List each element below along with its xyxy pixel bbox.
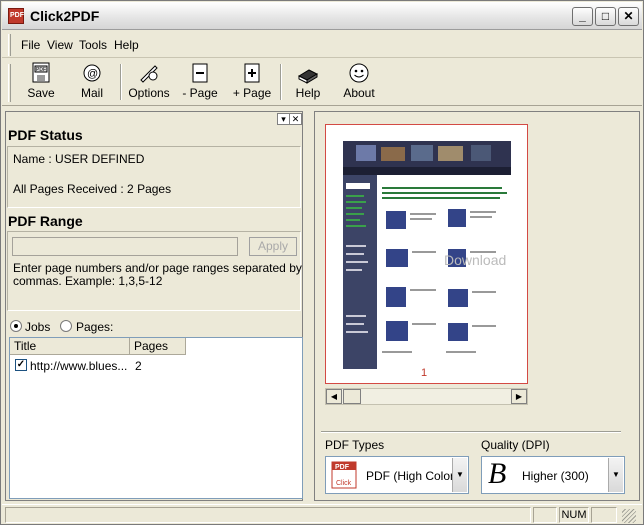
toolbar-separator: [280, 64, 282, 100]
title-bar[interactable]: PDF Click2PDF _ □ ✕: [2, 2, 642, 30]
pdf-types-label: PDF Types: [325, 438, 385, 452]
preview-horizontal-scrollbar[interactable]: ◀ ▶: [325, 388, 528, 405]
help-label: Help: [295, 86, 321, 100]
svg-text:PDF: PDF: [335, 464, 350, 471]
app-logo-icon: PDF: [8, 8, 24, 24]
add-page-label: + Page: [232, 86, 272, 100]
window-title: Click2PDF: [30, 8, 100, 24]
menu-file[interactable]: File: [21, 38, 40, 52]
close-button[interactable]: ✕: [618, 7, 639, 26]
quality-script-b-icon: B: [488, 457, 507, 490]
status-main-panel: [5, 507, 531, 523]
mail-label: Mail: [80, 86, 103, 100]
svg-text:@: @: [87, 68, 98, 80]
num-lock-indicator: NUM: [559, 507, 589, 523]
remove-page-button[interactable]: - Page: [182, 62, 218, 104]
save-label: Save: [27, 86, 55, 100]
pdf-types-dropdown-icon[interactable]: ▼: [452, 458, 467, 492]
svg-text:Click: Click: [336, 480, 352, 487]
smiley-icon: [349, 63, 369, 83]
quality-dropdown-icon[interactable]: ▼: [608, 458, 623, 492]
preview-divider: [321, 431, 621, 433]
save-button[interactable]: PDF Save: [24, 62, 58, 104]
pane-close-button[interactable]: ✕: [289, 113, 302, 125]
options-tools-icon: [140, 65, 158, 83]
help-button[interactable]: Help: [293, 62, 323, 104]
job-checkbox[interactable]: ✓: [15, 359, 27, 371]
pages-radio-label: Pages:: [76, 320, 114, 334]
pdf-status-title: PDF Status: [8, 127, 83, 143]
column-title[interactable]: Title: [10, 338, 130, 355]
scroll-thumb[interactable]: [343, 389, 361, 404]
remove-page-icon: [192, 63, 208, 83]
page-thumbnail: Download: [343, 141, 511, 369]
range-hint-line2: commas. Example: 1,3,5-12: [13, 274, 163, 288]
pdf-click-icon: PDF Click: [331, 461, 357, 489]
preview-page-number: 1: [421, 367, 428, 379]
toolbar-grip[interactable]: [8, 64, 11, 102]
menu-tools[interactable]: Tools: [79, 38, 107, 52]
toolbar-separator: [120, 64, 122, 100]
app-window: PDF Click2PDF _ □ ✕ File View Tools Help…: [0, 0, 644, 525]
page-preview[interactable]: Download: [325, 124, 528, 384]
pdf-name-text: Name : USER DEFINED: [13, 152, 145, 166]
range-hint-line1: Enter page numbers and/or page ranges se…: [13, 261, 302, 275]
jobs-radio-label: Jobs: [25, 320, 51, 334]
menu-help[interactable]: Help: [114, 38, 139, 52]
pdf-types-value: PDF (High Color) F: [366, 469, 452, 483]
about-label: About: [343, 86, 375, 100]
mail-icon: @: [83, 64, 101, 82]
scroll-right-arrow-icon[interactable]: ▶: [511, 389, 527, 404]
add-page-button[interactable]: + Page: [232, 62, 272, 104]
job-title[interactable]: http://www.blues...: [30, 359, 127, 373]
status-panel: [533, 507, 557, 523]
quality-value: Higher (300): [522, 469, 589, 483]
status-panel: [591, 507, 617, 523]
maximize-button[interactable]: □: [595, 7, 616, 26]
watermark-text: Download: [444, 252, 506, 268]
apply-button[interactable]: Apply: [249, 237, 297, 256]
resize-grip-icon[interactable]: [622, 509, 636, 523]
column-pages[interactable]: Pages: [130, 338, 186, 355]
remove-page-label: - Page: [182, 86, 218, 100]
pdf-types-select[interactable]: PDF Click PDF (High Color) F ▼: [325, 456, 469, 494]
save-pdf-icon: PDF: [32, 62, 50, 83]
pages-radio[interactable]: [60, 320, 72, 332]
quality-select[interactable]: B Higher (300) ▼: [481, 456, 625, 494]
minimize-button[interactable]: _: [572, 7, 593, 26]
jobs-list[interactable]: Title Pages ✓ http://www.blues... 2: [9, 337, 303, 499]
quality-label: Quality (DPI): [481, 438, 550, 452]
add-page-icon: [244, 63, 260, 83]
options-label: Options: [128, 86, 170, 100]
scroll-left-arrow-icon[interactable]: ◀: [326, 389, 342, 404]
menu-view[interactable]: View: [47, 38, 73, 52]
status-bar: NUM: [2, 504, 642, 524]
pdf-range-title: PDF Range: [8, 213, 83, 229]
about-button[interactable]: About: [342, 62, 376, 104]
job-pages: 2: [135, 359, 142, 373]
help-book-icon: [297, 69, 319, 84]
svg-text:PDF: PDF: [36, 67, 46, 73]
toolbar: PDF Save @ Mail Options - Page + Page He…: [2, 58, 642, 106]
jobs-radio[interactable]: [10, 320, 22, 332]
mail-button[interactable]: @ Mail: [78, 62, 106, 104]
options-button[interactable]: Options: [128, 62, 170, 104]
pane-header: ▾ ✕: [6, 112, 302, 127]
menu-bar: File View Tools Help: [2, 32, 642, 58]
menu-grip[interactable]: [8, 34, 11, 56]
pdf-pages-text: All Pages Received : 2 Pages: [13, 182, 172, 196]
page-range-input[interactable]: [12, 237, 238, 256]
